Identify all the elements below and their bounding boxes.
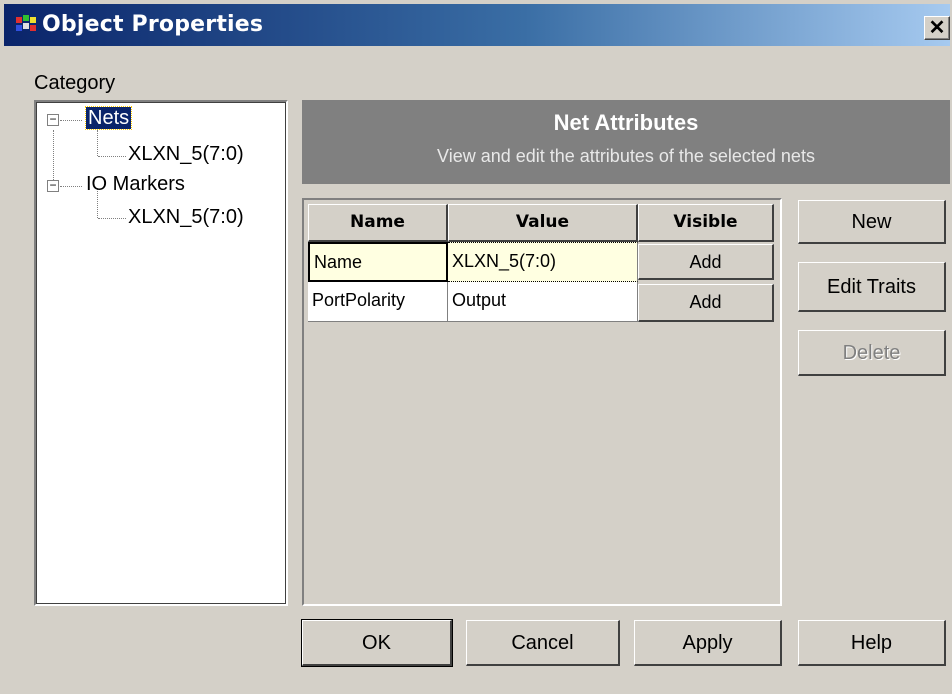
tree-line xyxy=(98,156,126,157)
apply-button[interactable]: Apply xyxy=(634,620,782,666)
new-button[interactable]: New xyxy=(798,200,946,244)
add-visible-button[interactable]: Add xyxy=(638,244,774,280)
tree-item-label: Nets xyxy=(84,106,133,130)
table-cell-name[interactable]: PortPolarity xyxy=(308,282,448,322)
table-cell-name[interactable]: Name xyxy=(308,242,448,282)
tree-item-io-markers[interactable]: IO Markers xyxy=(86,173,185,196)
tree-line xyxy=(60,186,82,187)
collapse-icon[interactable]: − xyxy=(47,179,59,192)
tree-item-nets[interactable]: Nets xyxy=(84,106,133,130)
header-title: Net Attributes xyxy=(553,110,699,135)
table-cell-value[interactable]: Output xyxy=(448,282,638,322)
attributes-header: Net Attributes View and edit the attribu… xyxy=(302,100,950,184)
help-button[interactable]: Help xyxy=(798,620,946,666)
tree-item-nets-child[interactable]: XLXN_5(7:0) xyxy=(128,143,244,166)
window-title: Object Properties xyxy=(42,12,264,37)
cancel-button[interactable]: Cancel xyxy=(466,620,620,666)
category-label: Category xyxy=(34,72,116,94)
add-visible-button[interactable]: Add xyxy=(638,284,774,322)
ok-button[interactable]: OK xyxy=(301,619,453,667)
table-cell-value[interactable]: XLXN_5(7:0) xyxy=(448,242,638,282)
close-button[interactable]: ✕ xyxy=(924,16,950,40)
tree-item-io-child[interactable]: XLXN_5(7:0) xyxy=(128,206,244,229)
category-tree[interactable]: − Nets XLXN_5(7:0) − IO Markers XLXN_5(7… xyxy=(34,100,288,606)
column-header-value[interactable]: Value xyxy=(448,204,638,242)
delete-button[interactable]: Delete xyxy=(798,330,946,376)
column-header-visible[interactable]: Visible xyxy=(638,204,774,242)
close-icon: ✕ xyxy=(928,17,946,39)
header-subtitle: View and edit the attributes of the sele… xyxy=(437,146,815,166)
tree-line xyxy=(97,130,98,156)
collapse-icon[interactable]: − xyxy=(47,113,59,126)
app-icon xyxy=(16,15,36,31)
tree-line xyxy=(98,218,126,219)
title-bar: Object Properties ✕ xyxy=(4,4,950,46)
tree-line xyxy=(60,120,82,121)
edit-traits-button[interactable]: Edit Traits xyxy=(798,262,946,312)
column-header-name[interactable]: Name xyxy=(308,204,448,242)
attributes-grid[interactable]: Name Value Visible Name XLXN_5(7:0) Add … xyxy=(302,198,782,606)
